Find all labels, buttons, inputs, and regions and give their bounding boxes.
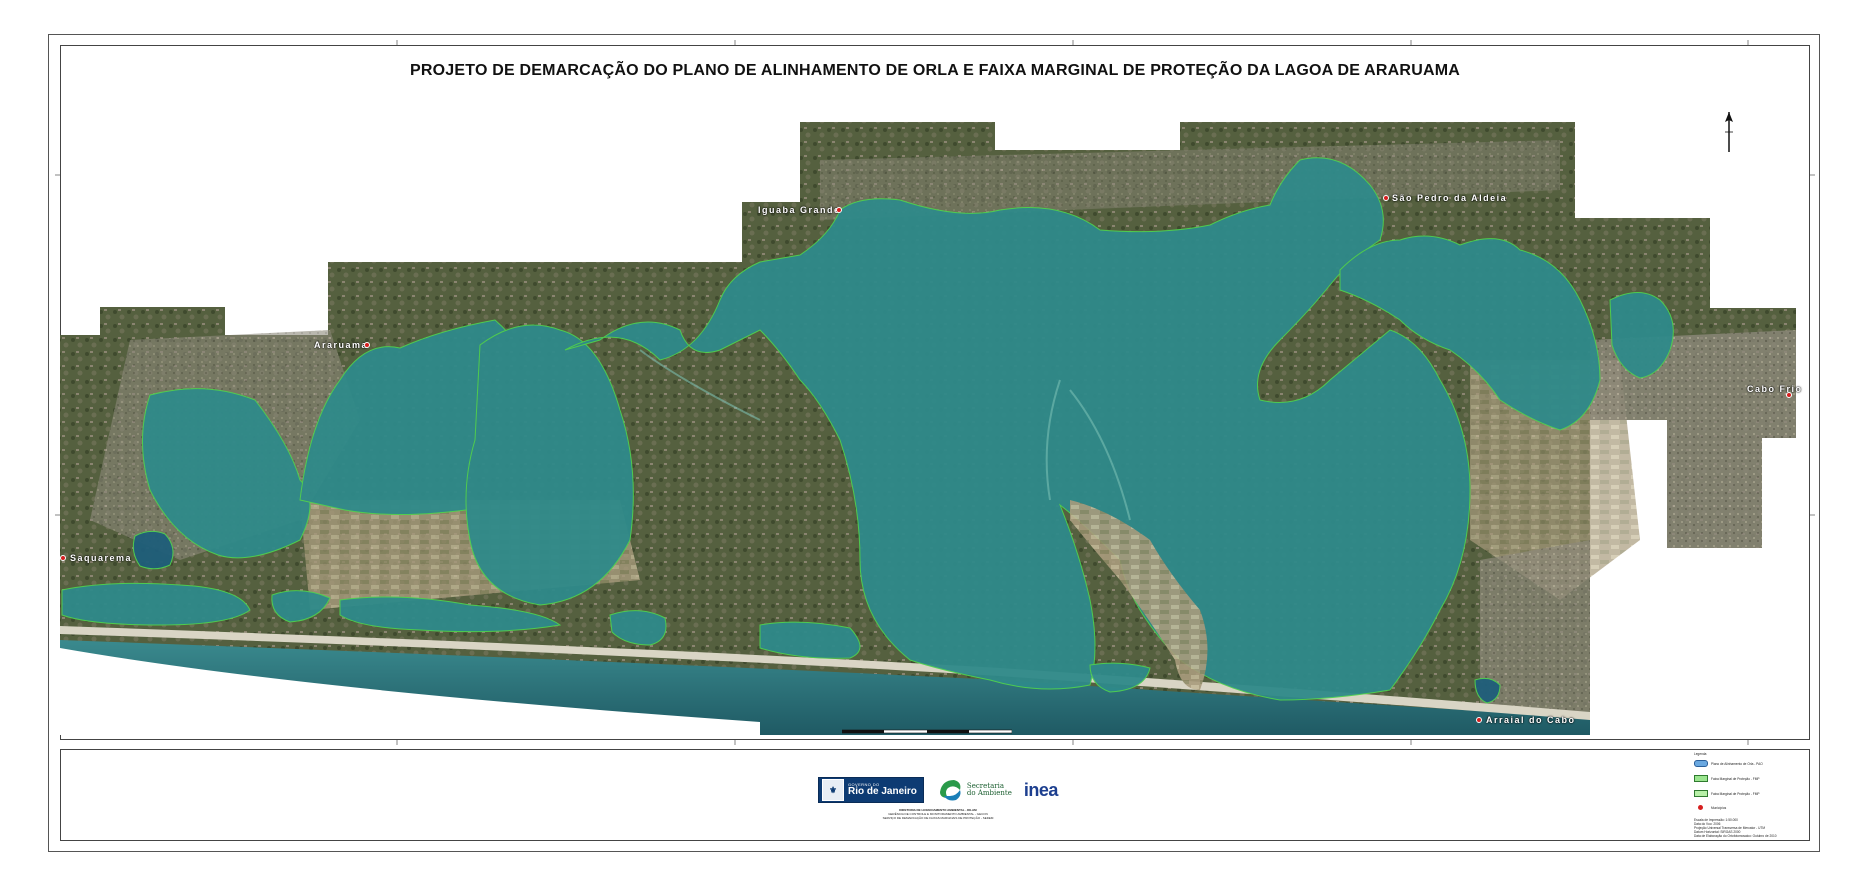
city-label-sao-pedro-da-aldeia: São Pedro da Aldeia	[1392, 193, 1508, 203]
legend-metadata: Escala de Impressão: 1:50.000 Data do Vo…	[1694, 818, 1808, 838]
city-dot-saquarema	[60, 555, 66, 561]
logo-secretaria-ambiente: Secretaria do Ambiente	[936, 776, 1012, 804]
legend-item: Faixa Marginal de Proteção - FMP	[1694, 775, 1808, 782]
city-dot-cabo-frio	[1786, 392, 1792, 398]
legend-item: Plano de Alinhamento de Orla - PAO	[1694, 760, 1808, 767]
credits-line3: SERVIÇO DE DEMARCAÇÃO DE FAIXAS MARGINAI…	[882, 816, 994, 820]
legend-item: Faixa Marginal de Proteção - FMP	[1694, 790, 1808, 797]
gov-large-text: Rio de Janeiro	[848, 786, 917, 797]
city-label-arraial-do-cabo: Arraial do Cabo	[1486, 715, 1576, 725]
institution-logos: ⚜ GOVERNO DO Rio de Janeiro Secretaria d…	[818, 770, 1058, 810]
rj-shield-icon: ⚜	[822, 779, 844, 801]
legend-swatch-pao	[1694, 760, 1708, 767]
city-label-araruama: Araruama	[314, 340, 369, 350]
legend-swatch-fmp2	[1694, 790, 1708, 797]
meta-line: Data de Elaboração do Ortofotomosaico: O…	[1694, 834, 1777, 838]
scale-bar	[842, 729, 1012, 734]
legend-label: Plano de Alinhamento de Orla - PAO	[1711, 761, 1763, 766]
credits-block: DIRETORIA DE LICENCIAMENTO AMBIENTAL - D…	[818, 808, 1058, 820]
secretaria-line2: do Ambiente	[966, 789, 1012, 797]
city-label-saquarema: Saquarema	[70, 553, 133, 563]
city-dot-sao-pedro-da-aldeia	[1383, 195, 1389, 201]
city-dot-iguaba-grande	[836, 207, 842, 213]
city-dot-arraial-do-cabo	[1476, 717, 1482, 723]
logo-inea: inea	[1023, 780, 1059, 800]
logo-governo-rj: ⚜ GOVERNO DO Rio de Janeiro	[818, 777, 924, 803]
city-label-cabo-frio: Cabo Frio	[1747, 384, 1803, 394]
legend-swatch-dot	[1698, 805, 1703, 810]
inea-wordmark: inea	[1023, 780, 1059, 800]
legend-item: Municípios	[1694, 805, 1808, 810]
legend: Legenda Plano de Alinhamento de Orla - P…	[1694, 752, 1808, 838]
city-dot-araruama	[364, 342, 370, 348]
legend-title: Legenda	[1694, 752, 1707, 756]
legend-label: Faixa Marginal de Proteção - FMP	[1711, 776, 1760, 781]
city-label-iguaba-grande: Iguaba Grande	[758, 205, 841, 215]
swirl-icon	[939, 780, 961, 801]
legend-swatch-fmp1	[1694, 775, 1708, 782]
north-arrow-icon	[1725, 112, 1733, 152]
legend-label: Faixa Marginal de Proteção - FMP	[1711, 791, 1760, 796]
orthophoto-map[interactable]	[0, 0, 1865, 872]
legend-label: Municípios	[1711, 805, 1727, 810]
